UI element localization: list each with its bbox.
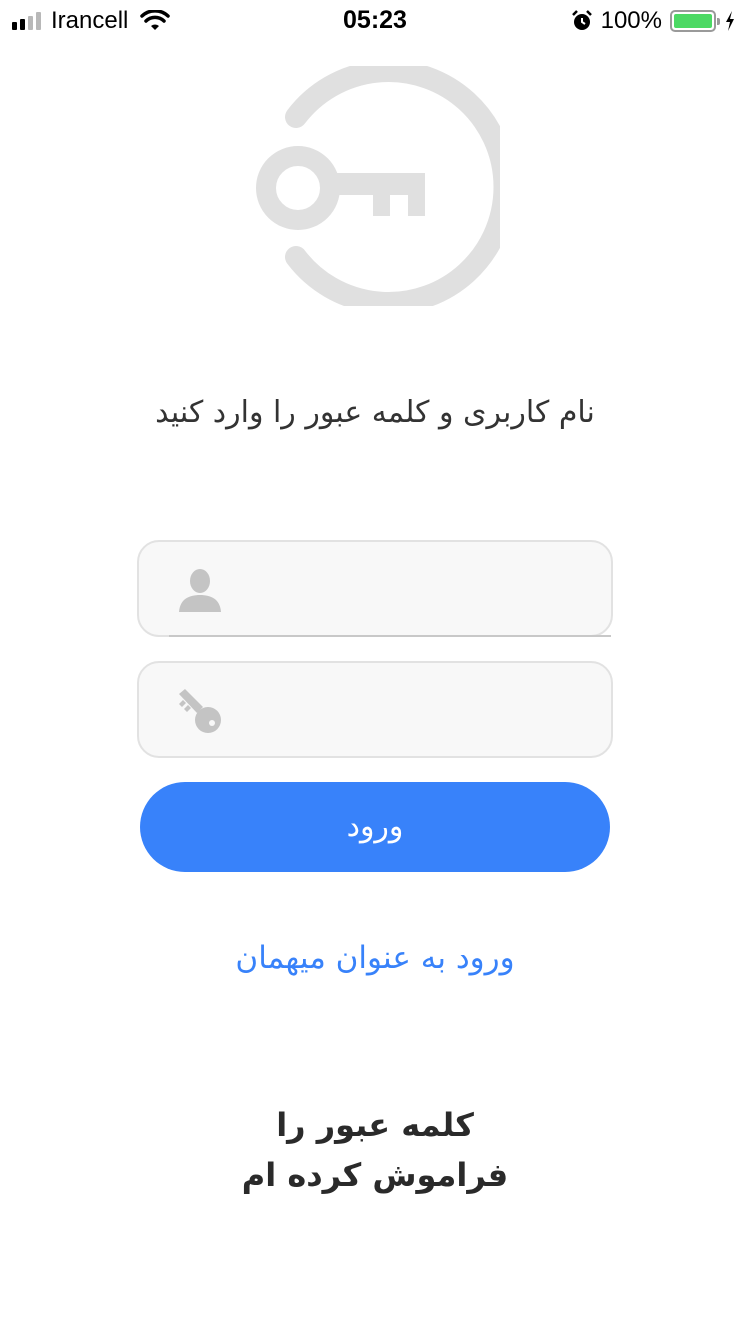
username-underline	[169, 635, 611, 637]
password-field[interactable]	[137, 661, 613, 758]
battery-icon	[670, 10, 720, 32]
battery-percent: 100%	[600, 7, 662, 34]
login-button[interactable]: ورود	[140, 782, 610, 872]
battery-fill	[674, 14, 712, 28]
forgot-password-link[interactable]: کلمه عبور را فراموش کرده ام	[210, 1100, 540, 1200]
user-icon	[179, 569, 221, 612]
username-field[interactable]	[137, 540, 613, 637]
password-input[interactable]	[239, 683, 587, 739]
login-instruction: نام کاربری و کلمه عبور را وارد کنید	[155, 395, 595, 430]
key-logo-icon	[256, 66, 500, 306]
status-right: 100%	[571, 7, 736, 35]
alarm-icon	[571, 10, 592, 30]
charging-icon	[726, 11, 734, 31]
guest-login-link[interactable]: ورود به عنوان میهمان	[0, 940, 750, 976]
username-input[interactable]	[239, 562, 587, 618]
key-icon	[179, 689, 221, 733]
status-bar: Irancell 05:23 100%	[0, 0, 750, 40]
